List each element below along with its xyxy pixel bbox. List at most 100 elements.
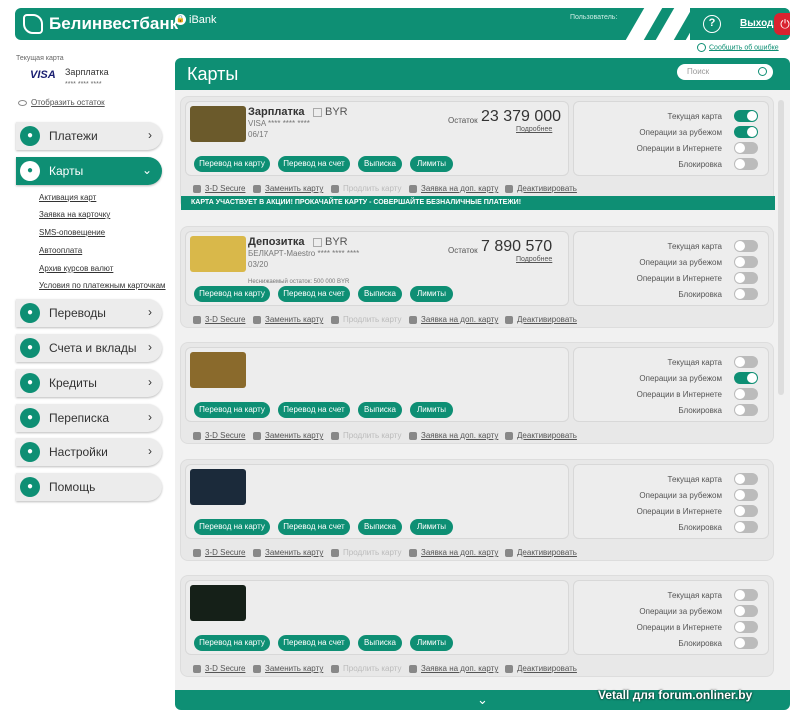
chevron-right-icon: ›: [148, 444, 152, 458]
card-link[interactable]: Заменить карту: [253, 431, 323, 440]
card-action-button[interactable]: Перевод на карту: [194, 156, 270, 172]
wallet-icon: ●: [20, 126, 40, 146]
toggle-row: Операции за рубежом: [578, 256, 758, 268]
card-action-button[interactable]: Перевод на счет: [278, 156, 350, 172]
submenu-item[interactable]: Условия по платежным карточкам: [39, 281, 166, 290]
toggle-switch[interactable]: [734, 372, 758, 384]
edit-icon[interactable]: [313, 237, 322, 247]
toggle-row: Текущая карта: [578, 110, 758, 122]
card-action-button[interactable]: Перевод на карту: [194, 286, 270, 302]
power-icon[interactable]: ⏻: [774, 13, 790, 35]
toggle-switch[interactable]: [734, 489, 758, 501]
toggle-switch[interactable]: [734, 473, 758, 485]
sidebar-item-7[interactable]: ● Помощь: [16, 473, 162, 501]
card-link[interactable]: Заменить карту: [253, 548, 323, 557]
card-action-button[interactable]: Перевод на счет: [278, 519, 350, 535]
card-name[interactable]: Депозитка: [248, 236, 305, 248]
toggle-switch[interactable]: [734, 621, 758, 633]
show-balance-link[interactable]: Отобразить остаток: [18, 98, 105, 107]
sidebar-item-1[interactable]: ● Карты ⌄: [16, 157, 162, 185]
toggle-switch[interactable]: [734, 605, 758, 617]
card-action-button[interactable]: Выписка: [358, 402, 402, 418]
clock-icon: [331, 548, 339, 557]
search-input[interactable]: Поиск: [677, 64, 773, 80]
card-link[interactable]: Деактивировать: [505, 548, 577, 557]
toggle-switch[interactable]: [734, 505, 758, 517]
details-link[interactable]: Подробнее: [516, 126, 552, 133]
card-action-button[interactable]: Лимиты: [410, 519, 453, 535]
toggle-switch[interactable]: [734, 388, 758, 400]
card-link[interactable]: 3-D Secure: [193, 548, 245, 557]
card-link[interactable]: Заявка на доп. карту: [409, 664, 498, 673]
card-link[interactable]: Заменить карту: [253, 184, 323, 193]
card-action-button[interactable]: Лимиты: [410, 286, 453, 302]
sidebar-item-6[interactable]: ● Настройки ›: [16, 438, 162, 466]
card-action-button[interactable]: Лимиты: [410, 402, 453, 418]
card-action-button[interactable]: Выписка: [358, 156, 402, 172]
toggle-switch[interactable]: [734, 256, 758, 268]
card-action-button[interactable]: Перевод на карту: [194, 635, 270, 651]
card-action-button[interactable]: Перевод на счет: [278, 286, 350, 302]
card-link[interactable]: Заменить карту: [253, 315, 323, 324]
toggle-switch[interactable]: [734, 637, 758, 649]
card-action-button[interactable]: Лимиты: [410, 156, 453, 172]
card-action-button[interactable]: Выписка: [358, 286, 402, 302]
card-action-button[interactable]: Перевод на счет: [278, 635, 350, 651]
card-link[interactable]: Деактивировать: [505, 315, 577, 324]
card-link[interactable]: Заявка на доп. карту: [409, 184, 498, 193]
mail-icon: ●: [20, 408, 40, 428]
edit-icon[interactable]: [313, 107, 322, 117]
toggle-row: Операции в Интернете: [578, 505, 758, 517]
card-link[interactable]: Деактивировать: [505, 431, 577, 440]
sidebar-item-0[interactable]: ● Платежи ›: [16, 122, 162, 150]
submenu-item[interactable]: Автооплата: [39, 246, 82, 255]
card-link[interactable]: Деактивировать: [505, 184, 577, 193]
card-icon: ●: [20, 161, 40, 181]
report-error-link[interactable]: Сообщить об ошибке: [697, 43, 779, 52]
card-action-button[interactable]: Перевод на карту: [194, 402, 270, 418]
sidebar-item-4[interactable]: ● Кредиты ›: [16, 369, 162, 397]
card-action-button[interactable]: Лимиты: [410, 635, 453, 651]
card-link[interactable]: Заявка на доп. карту: [409, 315, 498, 324]
help-button[interactable]: ?: [703, 15, 721, 33]
submenu-item[interactable]: Архив курсов валют: [39, 264, 113, 273]
card-name[interactable]: Зарплатка: [248, 106, 305, 118]
toggle-switch[interactable]: [734, 589, 758, 601]
toggle-switch[interactable]: [734, 288, 758, 300]
submenu-item[interactable]: SMS-оповещение: [39, 228, 105, 237]
card-image: [190, 236, 246, 272]
toggle-switch[interactable]: [734, 272, 758, 284]
toggle-switch[interactable]: [734, 158, 758, 170]
plus-icon: [409, 548, 417, 557]
toggle-switch[interactable]: [734, 356, 758, 368]
toggle-switch[interactable]: [734, 142, 758, 154]
toggle-switch[interactable]: [734, 126, 758, 138]
card-action-button[interactable]: Выписка: [358, 635, 402, 651]
sidebar-item-3[interactable]: ● Счета и вклады ›: [16, 334, 162, 362]
sidebar-item-5[interactable]: ● Переписка ›: [16, 404, 162, 432]
scrollbar[interactable]: [778, 100, 784, 395]
submenu-item[interactable]: Заявка на карточку: [39, 210, 110, 219]
submenu-item[interactable]: Активация карт: [39, 193, 96, 202]
details-link[interactable]: Подробнее: [516, 256, 552, 263]
card-link[interactable]: 3-D Secure: [193, 184, 245, 193]
sidebar-item-label: Счета и вклады: [49, 341, 137, 355]
card-link[interactable]: Деактивировать: [505, 664, 577, 673]
card-link[interactable]: Заявка на доп. карту: [409, 548, 498, 557]
card-link[interactable]: Заявка на доп. карту: [409, 431, 498, 440]
toggle-switch[interactable]: [734, 521, 758, 533]
card-link[interactable]: 3-D Secure: [193, 431, 245, 440]
toggle-switch[interactable]: [734, 240, 758, 252]
sidebar-item-2[interactable]: ● Переводы ›: [16, 299, 162, 327]
card-action-button[interactable]: Перевод на карту: [194, 519, 270, 535]
card-link[interactable]: Заменить карту: [253, 664, 323, 673]
search-icon: [758, 67, 767, 76]
sidebar-item-label: Карты: [49, 164, 84, 178]
toggle-switch[interactable]: [734, 110, 758, 122]
card-link[interactable]: 3-D Secure: [193, 664, 245, 673]
logout-link[interactable]: Выход: [740, 18, 773, 29]
card-link[interactable]: 3-D Secure: [193, 315, 245, 324]
card-action-button[interactable]: Выписка: [358, 519, 402, 535]
card-action-button[interactable]: Перевод на счет: [278, 402, 350, 418]
toggle-switch[interactable]: [734, 404, 758, 416]
